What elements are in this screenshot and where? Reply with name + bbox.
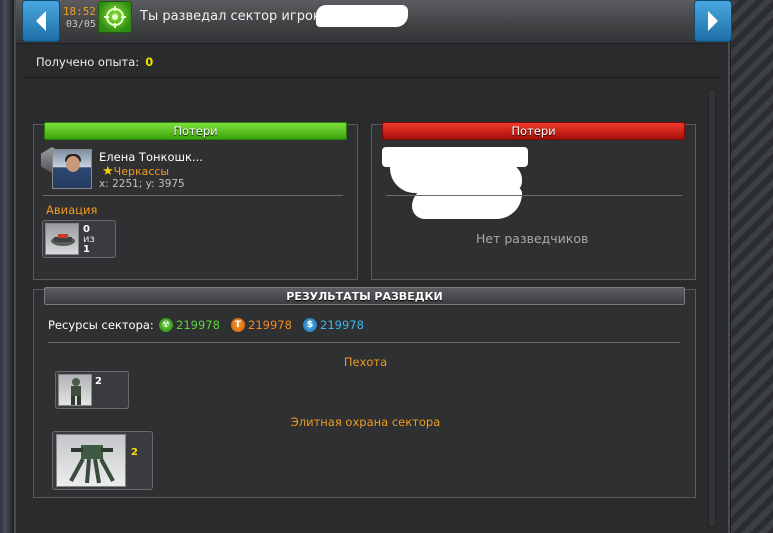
radiation-icon: ☢ xyxy=(159,318,173,332)
infantry-section-label: Пехота xyxy=(343,355,388,369)
resources-label: Ресурсы сектора: xyxy=(48,318,154,332)
city-name: Черкассы xyxy=(113,165,170,178)
player-coordinates: x: 2251; y: 3975 xyxy=(99,178,185,190)
units-total: 1 xyxy=(83,244,90,255)
attacker-losses-tab: Потери xyxy=(44,122,347,140)
scout-report-window: 18:52 03/05 Ты разведал сектор игрока По… xyxy=(14,0,732,533)
elite-guard-unit-count: 2 xyxy=(131,447,138,458)
resource-value: 219978 xyxy=(320,318,364,332)
divider xyxy=(43,195,343,196)
titanium-icon: T xyxy=(231,318,245,332)
scout-results-tab: РЕЗУЛЬТАТЫ РАЗВЕДКИ xyxy=(44,287,685,305)
chevron-right-icon xyxy=(708,11,718,31)
resource-value: 219978 xyxy=(248,318,292,332)
experience-label: Получено опыта: xyxy=(36,55,140,69)
report-time: 18:52 xyxy=(62,5,96,18)
scrollbar[interactable] xyxy=(708,88,716,528)
player-avatar[interactable] xyxy=(52,149,92,189)
divider xyxy=(48,342,680,343)
background-right xyxy=(731,0,773,533)
attacker-losses-panel: Потери Елена Тонкошк... ★Черкассы x: 225… xyxy=(33,122,358,280)
credits-icon: $ xyxy=(303,318,317,332)
defender-losses-panel: Потери Нет разведчиков xyxy=(371,122,696,280)
star-icon: ★ xyxy=(102,164,114,179)
report-date: 03/05 xyxy=(65,19,96,30)
redacted-defender-info xyxy=(412,187,522,219)
experience-value: 0 xyxy=(145,55,154,69)
aviation-unit-card[interactable]: 0 из 1 xyxy=(42,220,116,258)
mech-unit-icon xyxy=(56,434,126,487)
divider xyxy=(386,195,682,196)
aviation-unit-count: 0 из 1 xyxy=(83,225,95,255)
scout-results-panel: РЕЗУЛЬТАТЫ РАЗВЕДКИ Ресурсы сектора: ☢ 2… xyxy=(33,287,696,498)
next-report-button[interactable] xyxy=(694,0,732,42)
background-left xyxy=(0,0,14,533)
chevron-left-icon xyxy=(36,11,46,31)
elite-guard-unit-card[interactable]: 2 xyxy=(52,431,153,490)
player-name[interactable]: Елена Тонкошк... xyxy=(99,150,203,164)
resource-value: 219978 xyxy=(176,318,220,332)
scout-target-icon xyxy=(98,1,132,33)
aircraft-unit-icon xyxy=(45,223,79,255)
resource-credits: $ 219978 xyxy=(303,318,364,332)
report-header: 18:52 03/05 Ты разведал сектор игрока xyxy=(16,0,732,44)
infantry-unit-icon xyxy=(58,374,92,406)
resource-radiation: ☢ 219978 xyxy=(159,318,220,332)
timestamp: 18:52 03/05 xyxy=(56,5,96,31)
defender-losses-tab: Потери xyxy=(382,122,685,140)
experience-row: Получено опыта: 0 xyxy=(36,55,153,69)
redacted-player-name xyxy=(316,5,408,27)
prev-report-button[interactable] xyxy=(22,0,60,42)
elite-guard-section-label: Элитная охрана сектора xyxy=(290,415,441,429)
resource-titanium: T 219978 xyxy=(231,318,292,332)
report-title: Ты разведал сектор игрока xyxy=(140,9,329,24)
divider xyxy=(24,77,720,78)
infantry-unit-card[interactable]: 2 xyxy=(55,371,129,409)
no-scouts-message: Нет разведчиков xyxy=(476,231,589,246)
aviation-section-label: Авиация xyxy=(46,203,98,217)
player-city: ★Черкассы xyxy=(102,164,169,179)
infantry-unit-count: 2 xyxy=(95,376,102,387)
